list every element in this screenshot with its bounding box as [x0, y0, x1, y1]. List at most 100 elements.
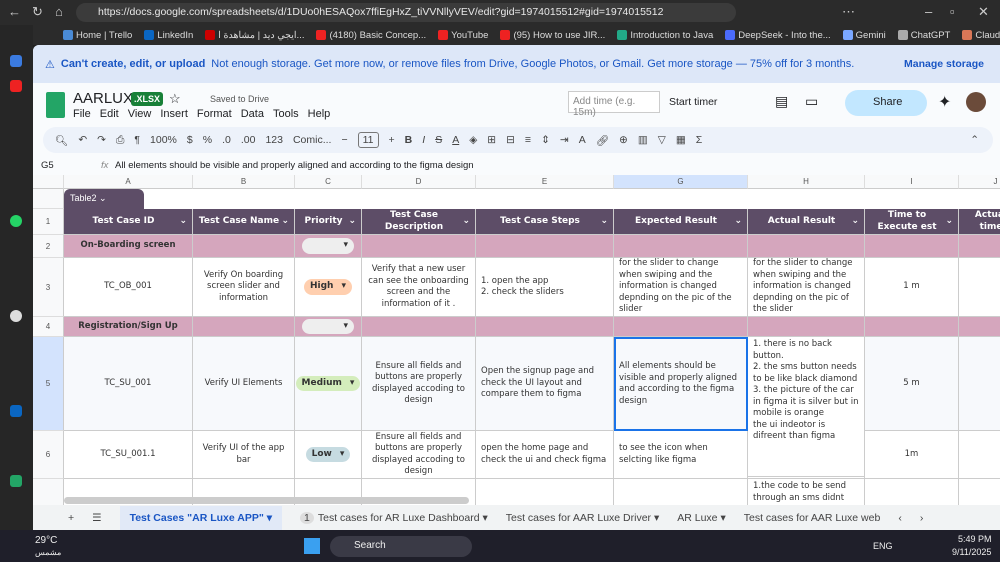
row-header[interactable]: 6	[33, 431, 64, 479]
table-cell[interactable]: High ▾	[295, 258, 362, 317]
font-select[interactable]: Comic...	[293, 134, 332, 146]
align-icon[interactable]: ≡	[525, 134, 531, 146]
linkedin-icon[interactable]	[10, 405, 22, 417]
column-header-a[interactable]: A	[64, 175, 193, 189]
meet-icon[interactable]: ▭	[805, 93, 818, 110]
table-header-cell[interactable]: Time to Execute est ⌄	[865, 209, 959, 235]
table-cell[interactable]: Medium ▾	[295, 337, 362, 431]
table-cell[interactable]: TC_SU_001	[64, 337, 193, 431]
table-cell[interactable]: 1	[959, 431, 1000, 479]
chevron-down-icon[interactable]: ⌄	[348, 216, 356, 228]
row-header[interactable]: 2	[33, 235, 64, 258]
sheets-icon[interactable]	[10, 475, 22, 487]
table-header-cell[interactable]: Test Case ID ⌄	[64, 209, 193, 235]
table-cell[interactable]: Verify UI Elements	[193, 337, 295, 431]
table-cell[interactable]: 1. there is no back button. 2. the sms b…	[748, 337, 865, 477]
section-cell[interactable]	[614, 317, 748, 337]
chevron-down-icon[interactable]: ⌄	[179, 216, 187, 228]
table-cell[interactable]: 1 m	[865, 258, 959, 317]
table-header-cell[interactable]: Test Case Name ⌄	[193, 209, 295, 235]
chevron-down-icon[interactable]: ⌄	[945, 216, 953, 228]
priority-dropdown[interactable]: Low ▾	[305, 446, 351, 463]
decrease-decimal-button[interactable]: .0	[222, 134, 231, 146]
chevron-down-icon[interactable]: ▾	[482, 512, 487, 524]
filter-icon[interactable]: ▽	[658, 134, 666, 146]
chart-icon[interactable]: ▥	[638, 134, 648, 146]
merge-icon[interactable]: ⊟	[506, 134, 515, 146]
section-cell[interactable]	[748, 235, 865, 258]
close-icon[interactable]: ✕	[978, 4, 989, 20]
priority-dropdown-empty[interactable]: ▾	[302, 238, 354, 254]
column-header-c[interactable]: C	[295, 175, 362, 189]
table-cell[interactable]: 5 m	[865, 337, 959, 431]
manage-storage-link[interactable]: Manage storage	[904, 58, 984, 70]
chevron-down-icon[interactable]: ⌄	[734, 216, 742, 228]
section-cell[interactable]: ▾	[295, 317, 362, 337]
menu-data[interactable]: Data	[241, 108, 264, 120]
zoom-select[interactable]: 100%	[150, 134, 177, 146]
section-cell[interactable]	[362, 235, 476, 258]
percent-button[interactable]: %	[203, 134, 212, 146]
table-cell[interactable]: Verify UI of the app bar	[193, 431, 295, 479]
menu-tools[interactable]: Tools	[273, 108, 299, 120]
row-header[interactable]: 1	[33, 209, 64, 235]
table-cell[interactable]: All elements should be visible and prope…	[614, 337, 748, 431]
gemini-icon[interactable]: ✦	[938, 92, 951, 112]
functions-button[interactable]: Σ	[696, 134, 703, 146]
row-header[interactable]	[33, 479, 64, 505]
taskbar-search[interactable]: Search	[330, 536, 472, 557]
back-icon[interactable]: ←	[8, 4, 21, 19]
chevron-down-icon[interactable]: ⌄	[462, 216, 470, 228]
section-cell[interactable]	[476, 235, 614, 258]
add-sheet-icon[interactable]: +	[68, 512, 74, 524]
menu-file[interactable]: File	[73, 108, 91, 120]
column-header-h[interactable]: H	[748, 175, 865, 189]
table-cell[interactable]: to see the icon when selcting like figma	[614, 431, 748, 479]
sheet-tab[interactable]: Test Cases "AR Luxe APP" ▾	[119, 505, 283, 530]
section-cell[interactable]: ▾	[295, 235, 362, 258]
comments-icon[interactable]: ▤	[775, 93, 788, 110]
filter-views-icon[interactable]: ▦	[676, 134, 686, 146]
section-cell[interactable]	[193, 235, 295, 258]
table-cell[interactable]: open the home page and check the ui and …	[476, 431, 614, 479]
table-cell[interactable]: TC_SU_001.1	[64, 431, 193, 479]
youtube-icon[interactable]	[10, 80, 22, 92]
font-size-decrease-icon[interactable]: −	[341, 134, 347, 146]
table-header-cell[interactable]: Test Case Steps ⌄	[476, 209, 614, 235]
sidebar-app-icon[interactable]	[10, 55, 22, 67]
link-icon[interactable]: 🔗︎	[596, 134, 609, 147]
wrap-icon[interactable]: ⇥	[560, 134, 569, 146]
chevron-down-icon[interactable]: ⌄	[851, 216, 859, 228]
start-timer-button[interactable]: Start timer	[669, 96, 717, 108]
table-cell[interactable]	[959, 479, 1000, 505]
scroll-tabs-right-icon[interactable]: ›	[920, 512, 924, 524]
priority-dropdown[interactable]: Medium ▾	[295, 375, 361, 392]
table-cell[interactable]: for the slider to change when swiping an…	[748, 258, 865, 317]
table-cell[interactable]: TC_OB_001	[64, 258, 193, 317]
github-icon[interactable]	[10, 310, 22, 322]
clock-date[interactable]: 9/11/2025	[952, 547, 991, 557]
sheets-logo-icon[interactable]	[46, 92, 65, 118]
table-cell[interactable]: Verify that a new user can see the onboa…	[362, 258, 476, 317]
section-cell[interactable]	[959, 317, 1000, 337]
sheet-tab[interactable]: 1 Test cases for AR Luxe Dashboard ▾	[300, 511, 488, 524]
table-cell[interactable]: Low ▾	[295, 431, 362, 479]
bold-button[interactable]: B	[405, 134, 413, 146]
section-cell[interactable]	[193, 317, 295, 337]
section-cell[interactable]	[614, 235, 748, 258]
table-header-cell[interactable]: Expected Result ⌄	[614, 209, 748, 235]
table-cell[interactable]: Open the signup page and check the UI la…	[476, 337, 614, 431]
table-cell[interactable]: 1m	[865, 431, 959, 479]
bookmark-item[interactable]: ChatGPT	[897, 30, 950, 41]
table-cell[interactable]: Ensure all fields and buttons are proper…	[362, 431, 476, 479]
table-cell[interactable]: Verify On boarding screen slider and inf…	[193, 258, 295, 317]
chevron-down-icon[interactable]: ⌄	[600, 216, 608, 228]
more-icon[interactable]: ⋯	[842, 4, 855, 20]
menu-format[interactable]: Format	[197, 108, 232, 120]
scroll-tabs-left-icon[interactable]: ‹	[898, 512, 902, 524]
share-button[interactable]: Share	[845, 90, 927, 116]
rotate-icon[interactable]: A	[579, 134, 586, 146]
table-cell[interactable]	[865, 479, 959, 505]
table-header-cell[interactable]: Actual time⌄	[959, 209, 1000, 235]
undo-icon[interactable]: ↶	[78, 134, 87, 146]
